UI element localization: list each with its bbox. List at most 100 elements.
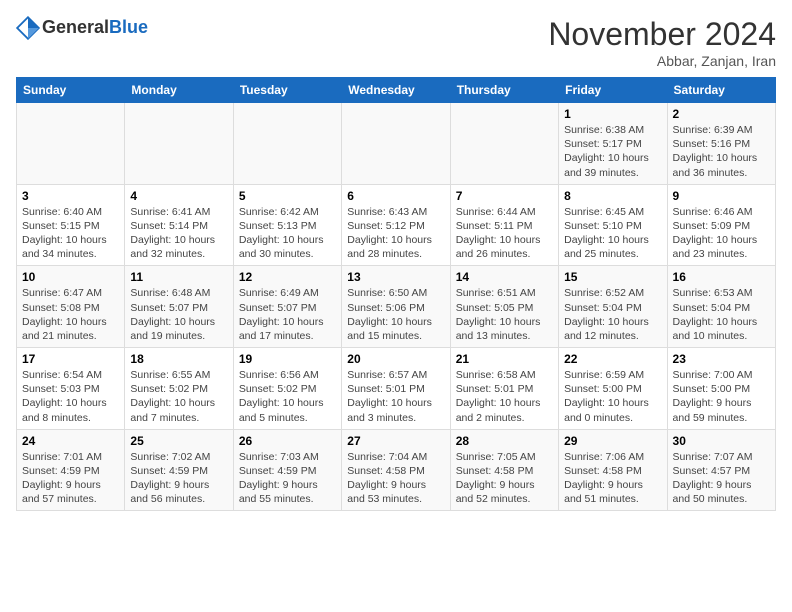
- day-number: 23: [673, 352, 770, 366]
- day-info: Sunrise: 6:50 AM Sunset: 5:06 PM Dayligh…: [347, 286, 444, 343]
- day-number: 30: [673, 434, 770, 448]
- logo-line1: General: [42, 17, 109, 37]
- day-cell: [450, 103, 558, 185]
- day-number: 25: [130, 434, 227, 448]
- day-info: Sunrise: 6:45 AM Sunset: 5:10 PM Dayligh…: [564, 205, 661, 262]
- day-info: Sunrise: 6:53 AM Sunset: 5:04 PM Dayligh…: [673, 286, 770, 343]
- day-info: Sunrise: 6:48 AM Sunset: 5:07 PM Dayligh…: [130, 286, 227, 343]
- day-number: 9: [673, 189, 770, 203]
- day-cell: 6Sunrise: 6:43 AM Sunset: 5:12 PM Daylig…: [342, 184, 450, 266]
- day-number: 11: [130, 270, 227, 284]
- week-row-1: 1Sunrise: 6:38 AM Sunset: 5:17 PM Daylig…: [17, 103, 776, 185]
- day-info: Sunrise: 7:03 AM Sunset: 4:59 PM Dayligh…: [239, 450, 336, 507]
- day-cell: 29 Sunrise: 7:06 AM Sunset: 4:58 PM Dayli…: [559, 429, 667, 511]
- header-cell-monday: Monday: [125, 78, 233, 103]
- day-number: 1: [564, 107, 661, 121]
- day-cell: [342, 103, 450, 185]
- day-cell: 12 Sunrise: 6:49 AM Sunset: 5:07 PM Dayli…: [233, 266, 341, 348]
- day-cell: 20 Sunrise: 6:57 AM Sunset: 5:01 PM Dayli…: [342, 348, 450, 430]
- day-cell: 27 Sunrise: 7:04 AM Sunset: 4:58 PM Dayli…: [342, 429, 450, 511]
- day-number: 29: [564, 434, 661, 448]
- day-cell: [233, 103, 341, 185]
- day-number: 27: [347, 434, 444, 448]
- day-number: 10: [22, 270, 119, 284]
- day-number: 14: [456, 270, 553, 284]
- day-cell: 26 Sunrise: 7:03 AM Sunset: 4:59 PM Dayli…: [233, 429, 341, 511]
- day-cell: 30 Sunrise: 7:07 AM Sunset: 4:57 PM Dayli…: [667, 429, 775, 511]
- day-info: Sunrise: 6:39 AM Sunset: 5:16 PM Dayligh…: [673, 123, 770, 180]
- day-cell: 16 Sunrise: 6:53 AM Sunset: 5:04 PM Dayli…: [667, 266, 775, 348]
- day-cell: 7 Sunrise: 6:44 AM Sunset: 5:11 PM Daylig…: [450, 184, 558, 266]
- day-info: Sunrise: 6:49 AM Sunset: 5:07 PM Dayligh…: [239, 286, 336, 343]
- day-cell: 1Sunrise: 6:38 AM Sunset: 5:17 PM Daylig…: [559, 103, 667, 185]
- calendar-table: SundayMondayTuesdayWednesdayThursdayFrid…: [16, 77, 776, 511]
- header-cell-wednesday: Wednesday: [342, 78, 450, 103]
- day-cell: 22 Sunrise: 6:59 AM Sunset: 5:00 PM Dayli…: [559, 348, 667, 430]
- day-cell: 25 Sunrise: 7:02 AM Sunset: 4:59 PM Dayli…: [125, 429, 233, 511]
- day-info: Sunrise: 6:59 AM Sunset: 5:00 PM Dayligh…: [564, 368, 661, 425]
- day-info: Sunrise: 6:52 AM Sunset: 5:04 PM Dayligh…: [564, 286, 661, 343]
- day-number: 24: [22, 434, 119, 448]
- day-cell: 21Sunrise: 6:58 AM Sunset: 5:01 PM Dayli…: [450, 348, 558, 430]
- day-info: Sunrise: 6:56 AM Sunset: 5:02 PM Dayligh…: [239, 368, 336, 425]
- day-cell: 3 Sunrise: 6:40 AM Sunset: 5:15 PM Daylig…: [17, 184, 125, 266]
- day-cell: [17, 103, 125, 185]
- day-info: Sunrise: 6:43 AM Sunset: 5:12 PM Dayligh…: [347, 205, 444, 262]
- day-info: Sunrise: 7:00 AM Sunset: 5:00 PM Dayligh…: [673, 368, 770, 425]
- day-number: 2: [673, 107, 770, 121]
- day-cell: 5 Sunrise: 6:42 AM Sunset: 5:13 PM Daylig…: [233, 184, 341, 266]
- day-cell: 8 Sunrise: 6:45 AM Sunset: 5:10 PM Daylig…: [559, 184, 667, 266]
- day-info: Sunrise: 6:46 AM Sunset: 5:09 PM Dayligh…: [673, 205, 770, 262]
- day-number: 3: [22, 189, 119, 203]
- day-info: Sunrise: 7:01 AM Sunset: 4:59 PM Dayligh…: [22, 450, 119, 507]
- day-cell: 2 Sunrise: 6:39 AM Sunset: 5:16 PM Daylig…: [667, 103, 775, 185]
- day-cell: 10Sunrise: 6:47 AM Sunset: 5:08 PM Dayli…: [17, 266, 125, 348]
- day-number: 13: [347, 270, 444, 284]
- day-info: Sunrise: 6:55 AM Sunset: 5:02 PM Dayligh…: [130, 368, 227, 425]
- week-row-2: 3 Sunrise: 6:40 AM Sunset: 5:15 PM Daylig…: [17, 184, 776, 266]
- day-cell: 19 Sunrise: 6:56 AM Sunset: 5:02 PM Dayli…: [233, 348, 341, 430]
- day-info: Sunrise: 6:54 AM Sunset: 5:03 PM Dayligh…: [22, 368, 119, 425]
- day-number: 18: [130, 352, 227, 366]
- day-cell: [125, 103, 233, 185]
- day-info: Sunrise: 6:51 AM Sunset: 5:05 PM Dayligh…: [456, 286, 553, 343]
- header-cell-friday: Friday: [559, 78, 667, 103]
- day-number: 12: [239, 270, 336, 284]
- day-cell: 18 Sunrise: 6:55 AM Sunset: 5:02 PM Dayli…: [125, 348, 233, 430]
- header-cell-sunday: Sunday: [17, 78, 125, 103]
- day-cell: 28Sunrise: 7:05 AM Sunset: 4:58 PM Dayli…: [450, 429, 558, 511]
- calendar-body: 1Sunrise: 6:38 AM Sunset: 5:17 PM Daylig…: [17, 103, 776, 511]
- location-subtitle: Abbar, Zanjan, Iran: [548, 53, 776, 69]
- day-cell: 4 Sunrise: 6:41 AM Sunset: 5:14 PM Daylig…: [125, 184, 233, 266]
- day-number: 17: [22, 352, 119, 366]
- logo-line2: Blue: [109, 17, 148, 37]
- day-number: 28: [456, 434, 553, 448]
- day-number: 8: [564, 189, 661, 203]
- day-info: Sunrise: 6:41 AM Sunset: 5:14 PM Dayligh…: [130, 205, 227, 262]
- day-info: Sunrise: 7:02 AM Sunset: 4:59 PM Dayligh…: [130, 450, 227, 507]
- header: GeneralBlue November 2024 Abbar, Zanjan,…: [16, 16, 776, 69]
- day-info: Sunrise: 6:57 AM Sunset: 5:01 PM Dayligh…: [347, 368, 444, 425]
- day-info: Sunrise: 7:04 AM Sunset: 4:58 PM Dayligh…: [347, 450, 444, 507]
- day-number: 20: [347, 352, 444, 366]
- calendar-header-row: SundayMondayTuesdayWednesdayThursdayFrid…: [17, 78, 776, 103]
- day-number: 7: [456, 189, 553, 203]
- day-info: Sunrise: 6:42 AM Sunset: 5:13 PM Dayligh…: [239, 205, 336, 262]
- day-number: 22: [564, 352, 661, 366]
- day-info: Sunrise: 7:06 AM Sunset: 4:58 PM Dayligh…: [564, 450, 661, 507]
- header-cell-thursday: Thursday: [450, 78, 558, 103]
- day-number: 4: [130, 189, 227, 203]
- day-info: Sunrise: 7:07 AM Sunset: 4:57 PM Dayligh…: [673, 450, 770, 507]
- week-row-3: 10Sunrise: 6:47 AM Sunset: 5:08 PM Dayli…: [17, 266, 776, 348]
- logo-icon: [16, 16, 40, 40]
- day-cell: 14 Sunrise: 6:51 AM Sunset: 5:05 PM Dayli…: [450, 266, 558, 348]
- week-row-5: 24 Sunrise: 7:01 AM Sunset: 4:59 PM Dayli…: [17, 429, 776, 511]
- day-number: 16: [673, 270, 770, 284]
- day-info: Sunrise: 6:40 AM Sunset: 5:15 PM Dayligh…: [22, 205, 119, 262]
- day-number: 26: [239, 434, 336, 448]
- day-number: 5: [239, 189, 336, 203]
- day-info: Sunrise: 6:58 AM Sunset: 5:01 PM Dayligh…: [456, 368, 553, 425]
- day-info: Sunrise: 6:44 AM Sunset: 5:11 PM Dayligh…: [456, 205, 553, 262]
- day-number: 15: [564, 270, 661, 284]
- day-number: 19: [239, 352, 336, 366]
